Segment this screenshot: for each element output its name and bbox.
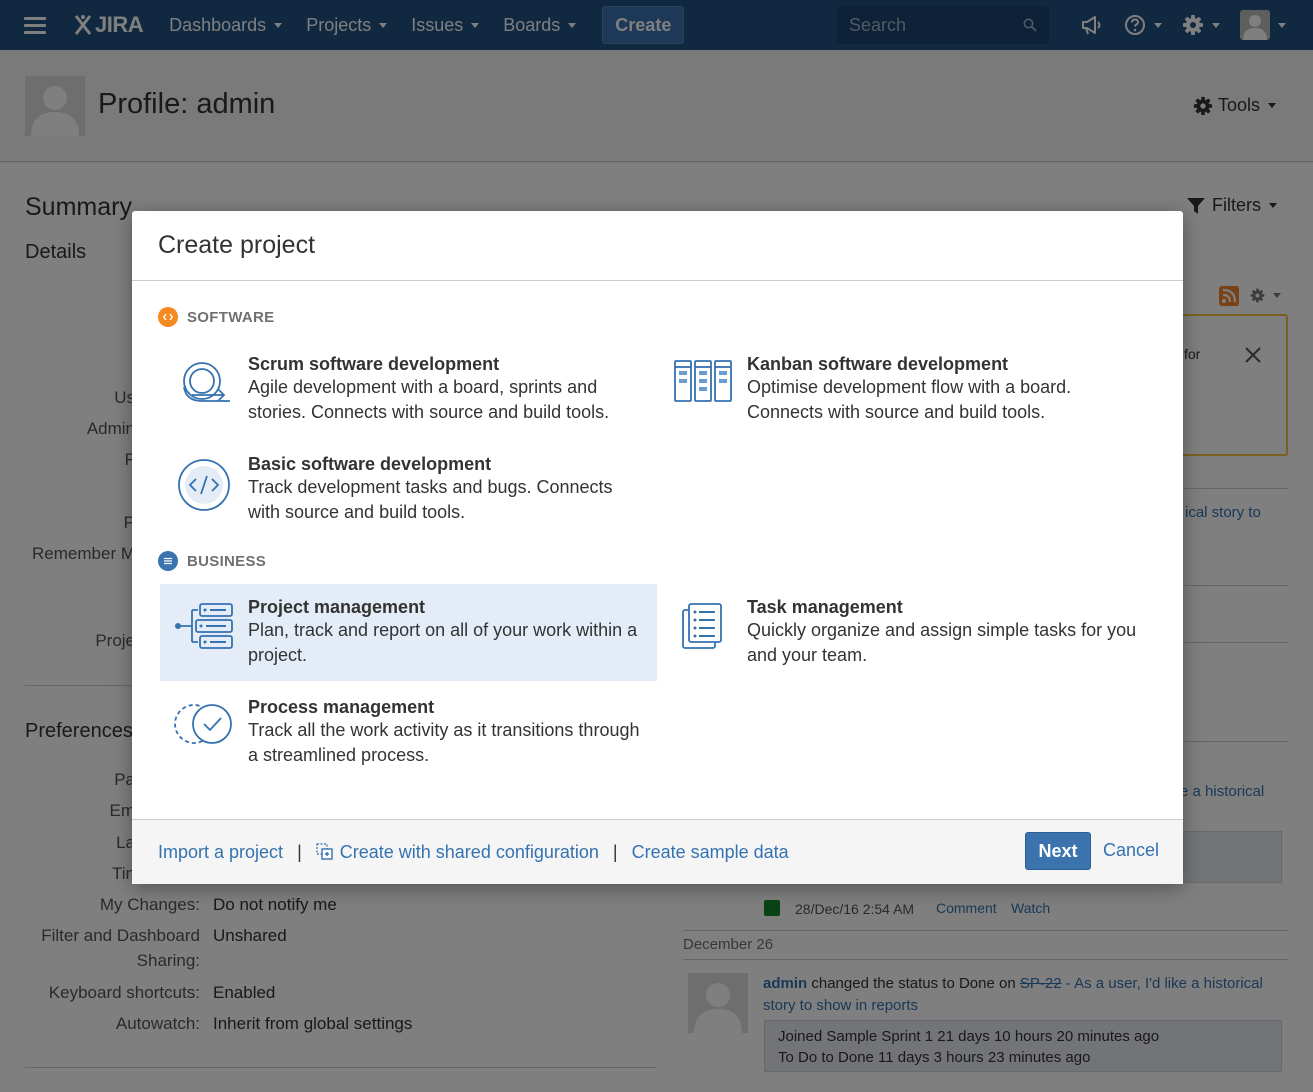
shared-config-link[interactable]: Create with shared configuration — [316, 842, 599, 863]
cancel-link[interactable]: Cancel — [1103, 840, 1159, 861]
separator: | — [612, 841, 618, 862]
project-management-icon — [172, 596, 236, 656]
business-section-heading: BUSINESS — [158, 551, 266, 571]
option-title: Process management — [248, 697, 435, 717]
option-title: Task management — [747, 597, 903, 617]
option-title: Project management — [248, 597, 426, 617]
option-task-management[interactable]: Task management Quickly organize and ass… — [659, 584, 1156, 681]
separator: | — [297, 841, 302, 862]
create-project-dialog: Create project SOFTWARE Scrum software d… — [132, 211, 1183, 884]
shared-config-label: Create with shared configuration — [339, 841, 599, 862]
business-heading-label: BUSINESS — [187, 552, 267, 570]
dialog-title: Create project — [158, 231, 316, 259]
option-title: Basic software development — [248, 454, 492, 474]
option-kanban[interactable]: Kanban software development Optimise dev… — [659, 341, 1156, 439]
document-icon — [158, 551, 178, 571]
code-icon — [158, 307, 178, 327]
import-project-link[interactable]: Import a project — [158, 842, 283, 863]
process-management-icon — [172, 696, 236, 756]
option-description: Track all the work activity as it transi… — [248, 720, 640, 765]
shared-config-icon — [316, 843, 333, 860]
dialog-header: Create project — [132, 211, 1183, 281]
software-heading-label: SOFTWARE — [187, 308, 275, 326]
software-section-heading: SOFTWARE — [158, 307, 274, 327]
scrum-icon — [172, 353, 236, 413]
next-button[interactable]: Next — [1025, 832, 1091, 870]
option-description: Plan, track and report on all of your wo… — [248, 620, 638, 665]
task-management-icon — [671, 596, 735, 656]
option-description: Agile development with a board, sprints … — [248, 377, 610, 422]
option-description: Quickly organize and assign simple tasks… — [747, 620, 1137, 665]
option-process-management[interactable]: Process management Track all the work ac… — [160, 684, 657, 782]
dialog-footer: Import a project | Create with shared co… — [132, 819, 1183, 884]
option-scrum[interactable]: Scrum software development Agile develop… — [160, 341, 657, 439]
create-sample-data-link[interactable]: Create sample data — [632, 842, 789, 863]
option-description: Track development tasks and bugs. Connec… — [248, 477, 613, 522]
option-title: Kanban software development — [747, 354, 1009, 374]
option-description: Optimise development flow with a board. … — [747, 377, 1072, 422]
option-project-management[interactable]: Project management Plan, track and repor… — [160, 584, 657, 681]
option-title: Scrum software development — [248, 354, 500, 374]
basic-dev-icon — [172, 453, 236, 513]
option-basic[interactable]: Basic software development Track develop… — [160, 441, 657, 539]
kanban-icon — [671, 353, 735, 413]
